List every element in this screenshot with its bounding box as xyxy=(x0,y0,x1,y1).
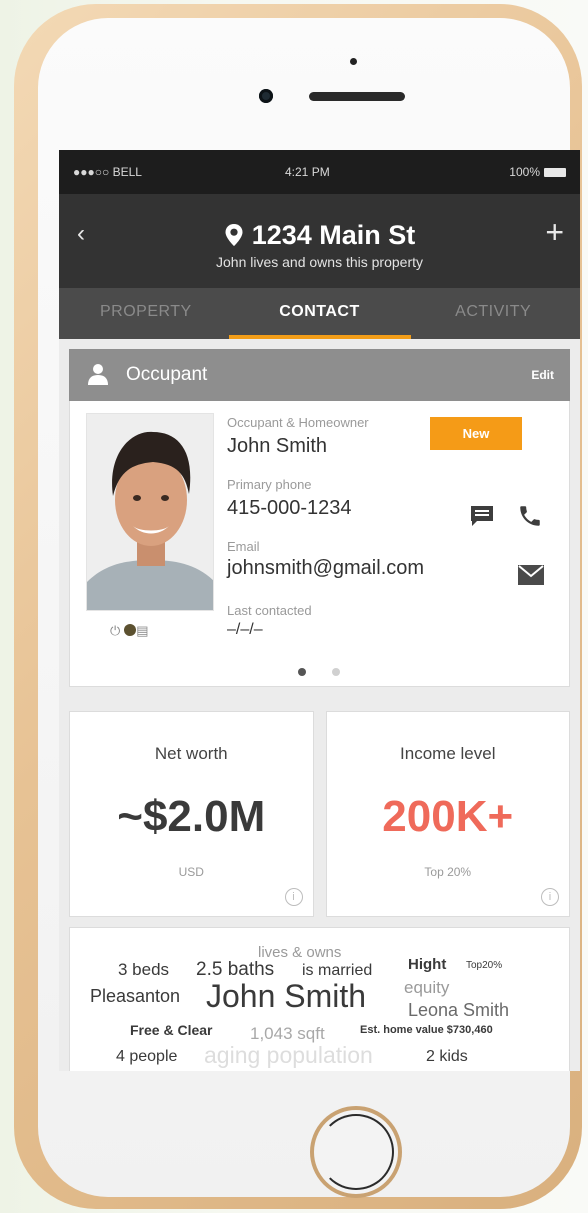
stats-row: Net worth ~$2.0M USD i Income level 200K… xyxy=(69,711,570,917)
proximity-sensor xyxy=(350,58,357,65)
cloud-word: 3 beds xyxy=(118,960,170,979)
cloud-word: Est. home value $730,460 xyxy=(360,1024,493,1036)
battery-percent: 100% xyxy=(509,165,540,179)
earpiece-speaker xyxy=(309,92,405,101)
add-button[interactable]: + xyxy=(545,216,564,248)
contact-source-icons: ⏻ ▤ xyxy=(110,623,153,639)
mail-icon[interactable] xyxy=(518,565,544,585)
info-icon[interactable]: i xyxy=(284,888,303,906)
cloud-word: 2 kids xyxy=(426,1048,468,1065)
cloud-word: John Smith xyxy=(206,978,367,1014)
income-title: Income level xyxy=(400,744,496,763)
carrier-signal: ●●●○○ BELL xyxy=(73,165,142,179)
front-camera xyxy=(259,89,273,103)
tab-contact[interactable]: CONTACT xyxy=(233,288,407,339)
cloud-word: Hight xyxy=(408,956,447,973)
phone-label: Primary phone xyxy=(227,477,312,492)
cloud-word: 4 people xyxy=(116,1048,178,1065)
cloud-word: 1,043 sqft xyxy=(250,1024,325,1043)
battery-status: 100% xyxy=(509,165,566,179)
contact-name: John Smith xyxy=(227,435,328,457)
phone-icon[interactable] xyxy=(517,503,543,529)
last-contacted-label: Last contacted xyxy=(227,603,312,618)
phone-number[interactable]: 415-000-1234 xyxy=(227,497,352,520)
income-level-card[interactable]: Income level 200K+ Top 20% i xyxy=(325,711,570,917)
role-label: Occupant & Homeowner xyxy=(227,415,369,430)
pager-dot-active[interactable] xyxy=(298,668,306,676)
net-worth-value: ~$2.0M xyxy=(117,792,266,841)
tab-bar: PROPERTY CONTACT ACTIVITY xyxy=(59,288,580,339)
message-icon[interactable] xyxy=(470,505,494,527)
card-pager[interactable] xyxy=(298,663,366,681)
tab-activity[interactable]: ACTIVITY xyxy=(406,288,580,339)
status-bar: ●●●○○ BELL 4:21 PM 100% xyxy=(59,150,580,194)
active-tab-indicator xyxy=(229,335,411,339)
contact-photo xyxy=(86,413,214,611)
app-header: ‹ 1234 Main St John lives and owns this … xyxy=(59,194,580,288)
email-address[interactable]: johnsmith@gmail.com xyxy=(227,557,424,580)
email-label: Email xyxy=(227,539,260,554)
income-value: 200K+ xyxy=(382,792,514,841)
cloud-word: Free & Clear xyxy=(130,1022,213,1038)
income-percentile: Top 20% xyxy=(424,865,472,879)
battery-icon xyxy=(544,168,566,178)
status-time: 4:21 PM xyxy=(285,165,330,179)
net-worth-card[interactable]: Net worth ~$2.0M USD i xyxy=(69,711,314,917)
cloud-word: equity xyxy=(404,978,450,997)
section-title: Occupant xyxy=(126,364,208,385)
cloud-word: Top20% xyxy=(466,960,503,971)
tab-property[interactable]: PROPERTY xyxy=(59,288,233,339)
location-pin-icon xyxy=(225,224,243,246)
chat-icon: ▤ xyxy=(136,623,153,638)
status-dot-icon xyxy=(124,624,137,636)
user-icon xyxy=(88,364,108,385)
avatar xyxy=(87,414,213,610)
edit-button[interactable]: Edit xyxy=(531,368,554,382)
occupant-section-header: Occupant Edit xyxy=(69,349,570,401)
home-button[interactable] xyxy=(310,1106,402,1198)
page-subtitle: John lives and owns this property xyxy=(216,254,423,270)
page-title: 1234 Main St xyxy=(59,220,580,251)
word-cloud: lives & owns 3 beds 2.5 baths is married… xyxy=(69,927,570,1071)
net-worth-unit: USD xyxy=(178,865,204,879)
contact-card: ⏻ ▤ Occupant & Homeowner New John Smith P… xyxy=(69,401,570,687)
last-contacted-value: –/–/– xyxy=(227,621,263,638)
power-icon: ⏻ xyxy=(110,623,125,638)
app-screen: ●●●○○ BELL 4:21 PM 100% ‹ 1234 Main St J… xyxy=(59,150,580,1071)
address-title: 1234 Main St xyxy=(251,220,416,250)
cloud-word: aging population xyxy=(204,1042,373,1068)
pager-dot[interactable] xyxy=(332,668,340,676)
cloud-word: Pleasanton xyxy=(90,986,181,1006)
info-icon[interactable]: i xyxy=(541,888,559,906)
new-badge: New xyxy=(430,417,522,450)
cloud-word: Leona Smith xyxy=(408,1000,510,1020)
net-worth-title: Net worth xyxy=(154,744,228,763)
